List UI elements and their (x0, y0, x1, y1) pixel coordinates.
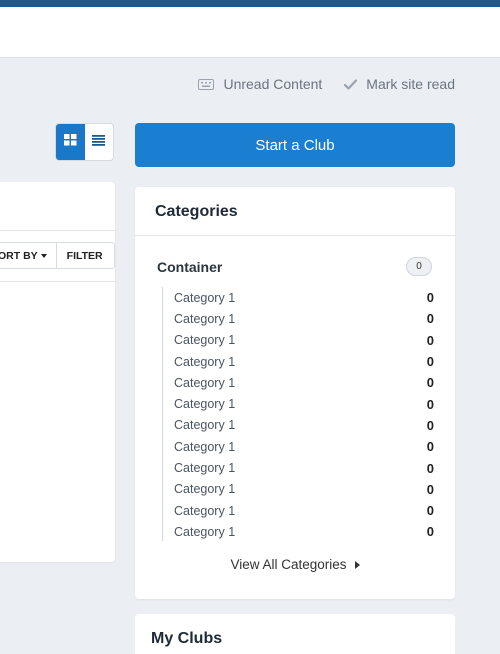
subcategory-label: Category 1 (174, 503, 236, 518)
categories-panel: Categories Container 0 Category 1 0 Catego… (135, 187, 455, 599)
subcategory-item[interactable]: Category 1 0 (163, 479, 434, 500)
subcategory-item[interactable]: Category 1 0 (163, 393, 434, 414)
subcategory-item[interactable]: Category 1 0 (163, 308, 434, 329)
subcategory-count: 0 (426, 290, 434, 306)
subcategory-item[interactable]: Category 1 0 (163, 351, 434, 372)
start-club-button[interactable]: Start a Club (135, 123, 455, 167)
subcategory-item[interactable]: Category 1 0 (163, 457, 434, 478)
subcategory-label: Category 1 (174, 439, 236, 454)
check-icon (344, 78, 358, 90)
subcategory-label: Category 1 (174, 354, 236, 369)
my-clubs-title: My Clubs (151, 630, 223, 647)
view-all-categories-link[interactable]: View All Categories (135, 557, 455, 572)
subcategory-item[interactable]: Category 1 0 (163, 436, 434, 457)
mark-site-read-label: Mark site read (366, 76, 455, 92)
subcategory-count: 0 (426, 524, 434, 540)
clubs-list-panel: ORT BY FILTER (0, 182, 115, 562)
subcategory-count: 0 (426, 375, 434, 391)
subcategory-label: Category 1 (174, 311, 236, 326)
subcategory-count: 0 (426, 481, 434, 497)
subcategory-item[interactable]: Category 1 0 (163, 330, 434, 351)
subcategory-label: Category 1 (174, 375, 236, 390)
my-clubs-panel: My Clubs (135, 614, 455, 654)
chevron-down-icon (40, 253, 47, 258)
subcategory-count: 0 (426, 439, 434, 455)
subcategory-count: 0 (426, 503, 434, 519)
subcategory-label: Category 1 (174, 333, 236, 348)
list-icon (92, 133, 106, 151)
filter-button[interactable]: FILTER (57, 243, 114, 268)
subcategory-item[interactable]: Category 1 0 (163, 521, 434, 542)
list-view-button[interactable] (85, 124, 114, 160)
view-toggle (55, 123, 114, 161)
subcategory-label: Category 1 (174, 397, 236, 412)
top-accent-bar (0, 0, 500, 7)
unread-content-label: Unread Content (223, 76, 323, 92)
sort-filter-bar: ORT BY FILTER (0, 242, 115, 269)
panel-divider (0, 281, 115, 282)
subcategory-count: 0 (426, 460, 434, 476)
subcategory-label: Category 1 (174, 524, 236, 539)
subcategory-list: Category 1 0 Category 1 0 Category 1 0 Categor… (162, 287, 434, 541)
subcategory-label: Category 1 (174, 418, 236, 433)
categories-title: Categories (155, 203, 238, 220)
sort-by-button[interactable]: ORT BY (0, 243, 57, 268)
subcategory-item[interactable]: Category 1 0 (163, 500, 434, 521)
panel-divider (0, 230, 115, 231)
subcategory-label: Category 1 (174, 461, 236, 476)
container-count-badge: 0 (406, 257, 432, 276)
unread-content-link[interactable]: Unread Content (198, 76, 322, 92)
content-actions: Unread Content Mark site read (198, 76, 455, 92)
subcategory-label: Category 1 (174, 290, 236, 305)
grid-icon (63, 133, 77, 151)
category-container-link[interactable]: Container (157, 259, 222, 275)
site-header (0, 7, 500, 58)
subcategory-label: Category 1 (174, 482, 236, 497)
subcategory-item[interactable]: Category 1 0 (163, 287, 434, 308)
chevron-right-icon (354, 560, 360, 569)
panel-divider (135, 235, 455, 236)
mark-site-read-link[interactable]: Mark site read (344, 76, 455, 92)
subcategory-item[interactable]: Category 1 0 (163, 372, 434, 393)
keyboard-icon (198, 78, 215, 90)
grid-view-button[interactable] (56, 124, 85, 160)
view-all-label: View All Categories (230, 557, 347, 572)
subcategory-count: 0 (426, 354, 434, 370)
subcategory-count: 0 (426, 417, 434, 433)
subcategory-count: 0 (426, 311, 434, 327)
subcategory-count: 0 (426, 396, 434, 412)
sort-by-label: ORT BY (0, 249, 38, 262)
subcategory-item[interactable]: Category 1 0 (163, 415, 434, 436)
subcategory-count: 0 (426, 332, 434, 348)
